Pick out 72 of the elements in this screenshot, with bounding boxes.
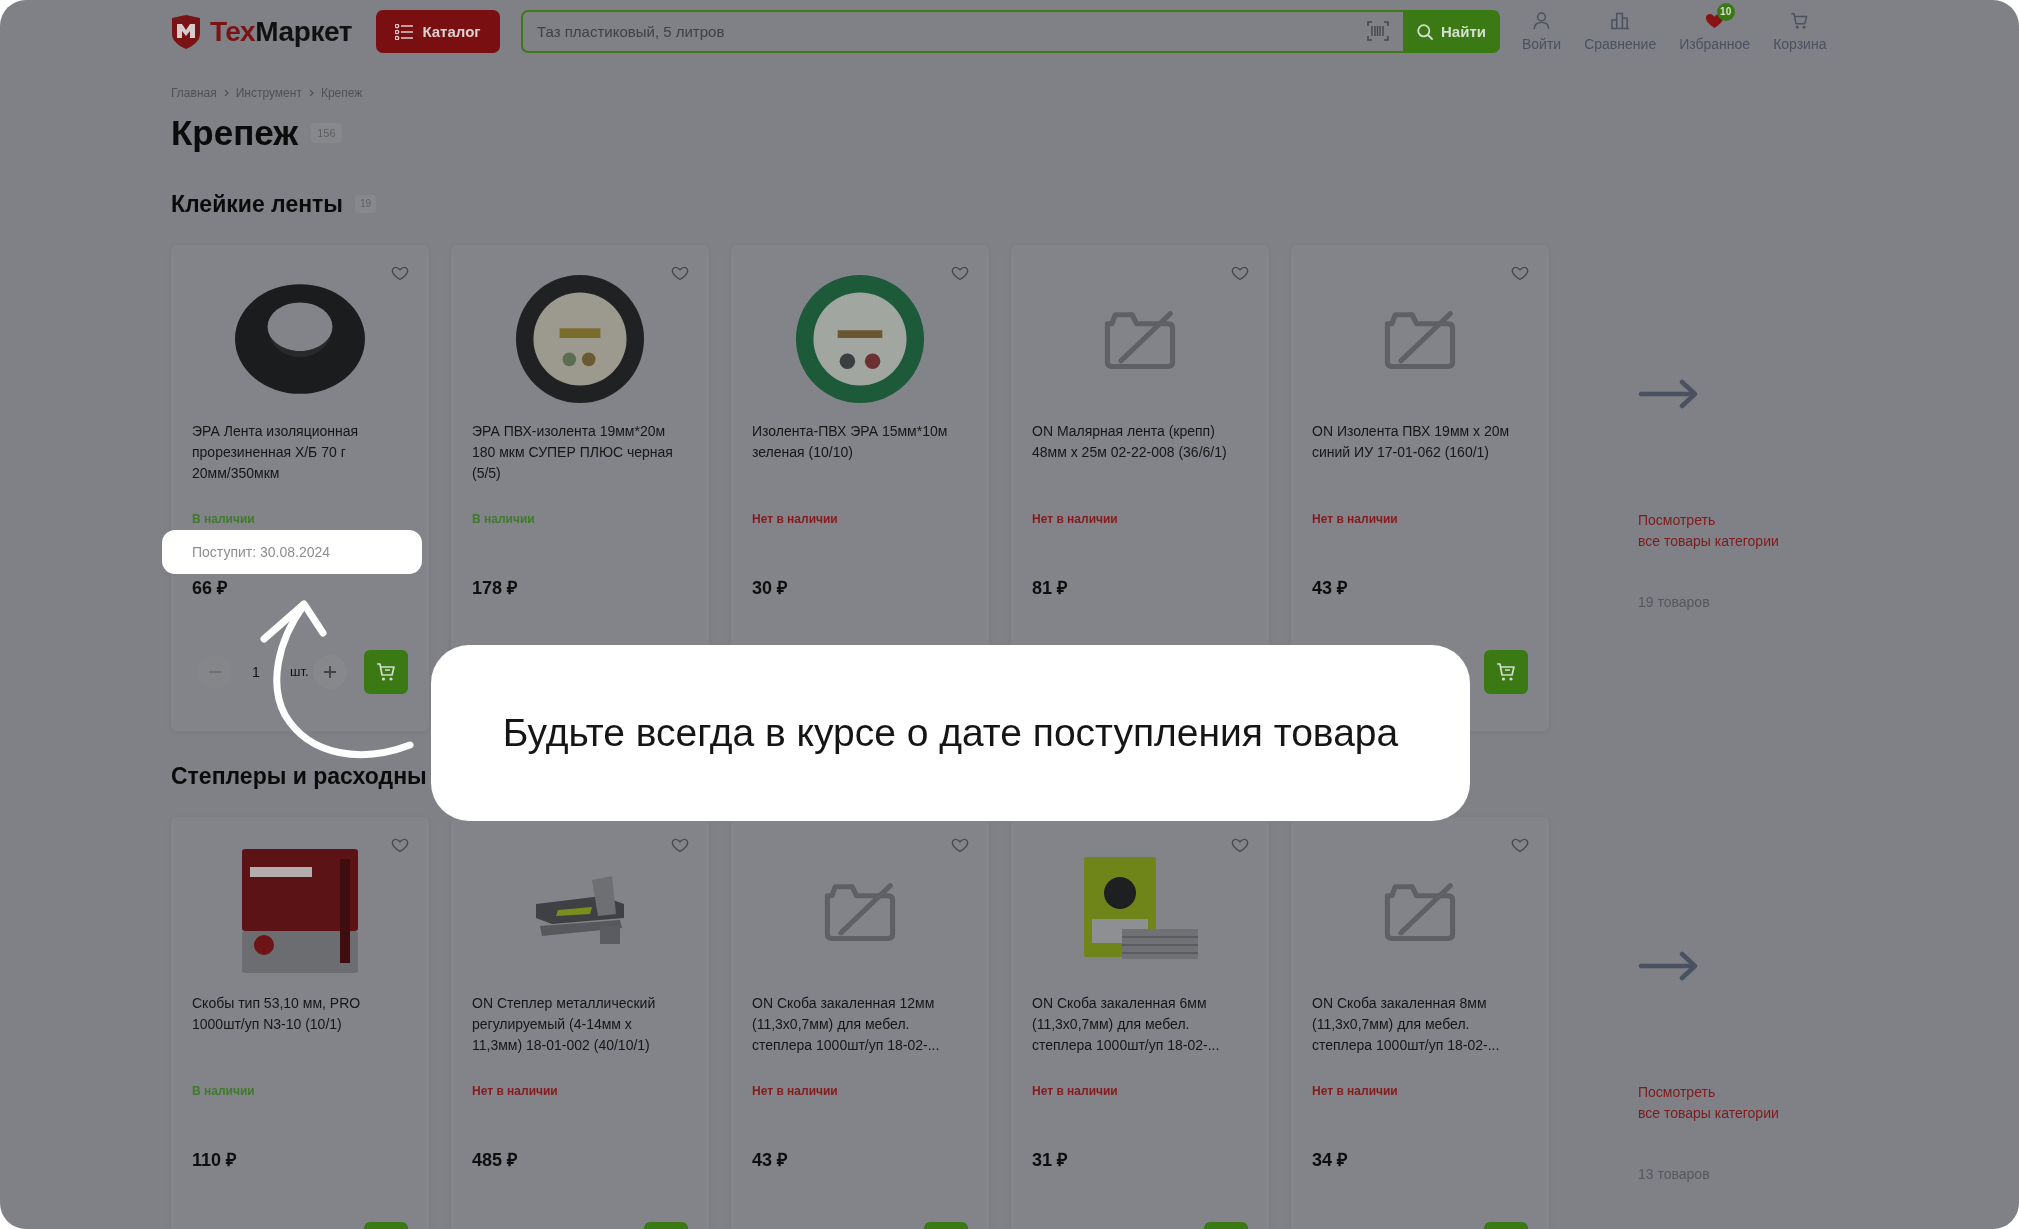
catalog-button[interactable]: Каталог: [376, 10, 500, 53]
product-card[interactable]: ON Скоба закаленная 8мм (11,3х0,7мм) для мебел. степлера 1000шт/уп 18-02-... Нет в наличии 34 ₽: [1291, 817, 1549, 1229]
stock-status: В наличии: [192, 511, 256, 527]
cart-icon: [376, 662, 396, 682]
stock-status: Нет в наличии: [1032, 1083, 1119, 1099]
chevron-icon: [223, 89, 229, 97]
hint-tooltip: Будьте всегда в курсе о дате поступления товара: [431, 645, 1470, 821]
product-name[interactable]: ON Скоба закаленная 8мм (11,3х0,7мм) для мебел. степлера 1000шт/уп 18-02-...: [1312, 993, 1522, 1056]
product-name[interactable]: ON Скоба закаленная 12мм (11,3х0,7мм) для мебел. степлера 1000шт/уп 18-02-...: [752, 993, 962, 1056]
cart-icon: [1496, 662, 1516, 682]
product-price: 110 ₽: [192, 1149, 238, 1172]
logo-text[interactable]: ТехМаркет: [210, 15, 353, 48]
stock-status: Нет в наличии: [1312, 511, 1399, 527]
arrow-right-icon[interactable]: [1638, 951, 1698, 981]
list-icon: [395, 23, 414, 40]
product-price: 81 ₽: [1032, 577, 1069, 600]
bar-chart-icon: [1610, 11, 1630, 30]
heart-icon[interactable]: [951, 266, 969, 281]
stock-status: В наличии: [192, 1083, 256, 1099]
user-icon: [1532, 11, 1552, 30]
product-price: 485 ₽: [472, 1149, 519, 1172]
section-title: Клейкие ленты: [171, 190, 343, 219]
stock-status: Нет в наличии: [1032, 511, 1119, 527]
product-card[interactable]: Скобы тип 53,10 мм, PRO 1000шт/уп N3-10 (10/1) В наличии 110 ₽: [171, 817, 429, 1229]
chevron-icon: [308, 89, 314, 97]
cart-button[interactable]: [1484, 650, 1528, 694]
quantity-field[interactable]: 1: [240, 662, 272, 682]
product-price: 178 ₽: [472, 577, 519, 600]
product-name[interactable]: ON Скоба закаленная 6мм (11,3х0,7мм) для мебел. степлера 1000шт/уп 18-02-...: [1032, 993, 1242, 1056]
stock-status: Нет в наличии: [1312, 1083, 1399, 1099]
search-field[interactable]: Таз пластиковый, 5 литров: [521, 10, 1403, 53]
page-title: Крепеж: [171, 113, 299, 153]
product-price: 43 ₽: [752, 1149, 789, 1172]
product-name[interactable]: Изолента-ПВХ ЭРА 15мм*10м зеленая (10/10): [752, 421, 962, 484]
heart-icon[interactable]: [671, 266, 689, 281]
cart-icon: [1790, 11, 1810, 30]
heart-icon[interactable]: [391, 838, 409, 853]
favorites-count: 10: [1716, 2, 1735, 21]
heart-icon[interactable]: [951, 838, 969, 853]
view-all-link[interactable]: Посмотреть все товары категории: [1638, 1082, 1779, 1124]
scan-icon[interactable]: [1367, 21, 1389, 41]
arrow-right-icon[interactable]: [1638, 379, 1698, 409]
heart-icon[interactable]: [1511, 266, 1529, 281]
logo-shield-icon[interactable]: [171, 14, 201, 49]
heart-icon[interactable]: [1231, 266, 1249, 281]
heart-icon[interactable]: [391, 266, 409, 281]
product-name[interactable]: ЭРА ПВХ-изолента 19мм*20м 180 мкм СУПЕР ПЛЮС черная (5/5): [472, 421, 682, 484]
stock-status: Нет в наличии: [752, 511, 839, 527]
stock-status: Нет в наличии: [472, 1083, 559, 1099]
product-price: 34 ₽: [1312, 1149, 1349, 1172]
section-title: Степлеры и расходны: [171, 762, 427, 791]
cart-button[interactable]: [364, 650, 408, 694]
stock-status: Нет в наличии: [752, 1083, 839, 1099]
unit-label: шт.: [290, 663, 309, 681]
product-name[interactable]: Скобы тип 53,10 мм, PRO 1000шт/уп N3-10 (10/1): [192, 993, 402, 1056]
product-name[interactable]: ON Изолента ПВХ 19мм х 20м синий ИУ 17-01-062 (160/1): [1312, 421, 1522, 484]
product-price: 66 ₽: [192, 577, 229, 600]
heart-icon[interactable]: [671, 838, 689, 853]
product-price: 31 ₽: [1032, 1149, 1069, 1172]
view-all-link[interactable]: Посмотреть все товары категории: [1638, 510, 1779, 552]
product-card[interactable]: ON Степлер металлический регулируемый (4-14мм х 11,3мм) 18-01-002 (40/10/1) Нет в наличии 485 ₽: [451, 817, 709, 1229]
product-name[interactable]: ON Степлер металлический регулируемый (4-14мм х 11,3мм) 18-01-002 (40/10/1): [472, 993, 682, 1056]
arrival-date-tooltip: Поступит: 30.08.2024: [162, 530, 422, 574]
search-button[interactable]: Найти: [1403, 10, 1500, 53]
search-icon: [1417, 23, 1433, 40]
heart-icon[interactable]: [1231, 838, 1249, 853]
product-name[interactable]: ON Малярная лента (крепп) 48мм х 25м 02-22-008 (36/6/1): [1032, 421, 1242, 484]
stock-status: В наличии: [472, 511, 536, 527]
product-name[interactable]: ЭРА Лента изоляционная прорезиненная Х/Б 70 г 20мм/350мкм: [192, 421, 402, 484]
heart-icon[interactable]: [1511, 838, 1529, 853]
product-price: 30 ₽: [752, 577, 789, 600]
product-price: 43 ₽: [1312, 577, 1349, 600]
